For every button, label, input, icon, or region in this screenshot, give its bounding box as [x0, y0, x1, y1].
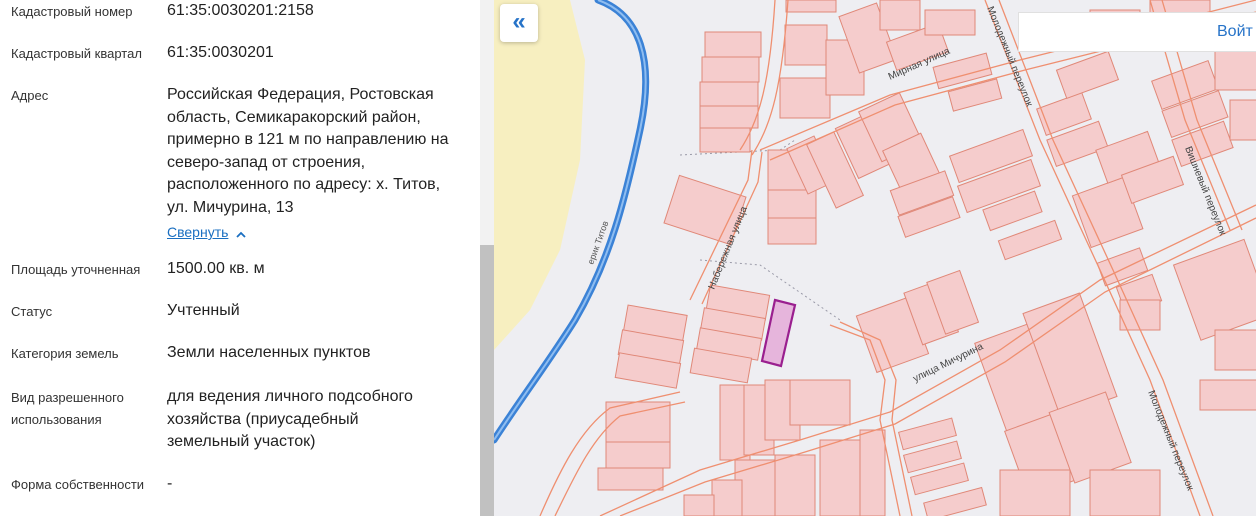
parcel	[1199, 379, 1256, 411]
cadastral-number-value: 61:35:0030201:2158	[167, 2, 314, 19]
parcel	[785, 0, 837, 13]
parcel	[999, 469, 1071, 516]
cadastral-quarter-value: 61:35:0030201	[167, 44, 274, 61]
parcel	[779, 77, 831, 119]
permitted-use-value-line: хозяйства (приусадебный	[167, 410, 359, 428]
status-value: Учтенный	[167, 302, 240, 319]
login-button-label[interactable]: Войт	[1217, 23, 1253, 41]
parcel	[1119, 299, 1161, 331]
ownership-label: Форма собственности	[11, 477, 145, 492]
parcel	[1172, 238, 1256, 341]
parcel	[1089, 469, 1161, 516]
parcel	[1214, 49, 1256, 91]
cadastral-map[interactable]: Мирная улица Набережная улица улица Мичу…	[494, 0, 1256, 516]
parcel	[699, 127, 751, 153]
chevron-up-icon[interactable]	[236, 222, 247, 244]
parcels	[597, 0, 1256, 516]
address-line: северо-запад от строения,	[167, 153, 366, 171]
permitted-use-value-line: для ведения личного подсобного	[167, 388, 413, 405]
cadastral-quarter-label: Кадастровый квартал	[11, 46, 142, 61]
double-chevron-left-icon[interactable]: «	[500, 10, 538, 34]
ownership-value: -	[167, 475, 173, 492]
parcel	[1055, 50, 1120, 99]
land-category-value: Земли населенных пунктов	[167, 344, 371, 361]
parcel	[923, 486, 987, 516]
address-line: примерно в 121 м по направлению на	[167, 131, 449, 148]
parcel	[704, 31, 762, 58]
parcel	[774, 454, 816, 516]
permitted-use-label: Вид разрешенного использования	[11, 387, 124, 431]
address-value: Российская Федерация, Ростовская область…	[167, 84, 472, 219]
scrollbar-thumb[interactable]	[480, 245, 494, 516]
land-category-label: Категория земель	[11, 346, 119, 361]
parcel	[699, 105, 759, 129]
collapse-address-label[interactable]: Свернуть	[167, 224, 228, 240]
permitted-use-label-line: использования	[11, 412, 102, 427]
parcel	[1229, 99, 1256, 141]
permitted-use-label-line: Вид разрешенного	[11, 390, 124, 405]
parcel	[819, 439, 861, 516]
parcel	[605, 401, 671, 443]
login-button[interactable]: Войт	[1018, 12, 1256, 52]
address-line: расположенного по адресу: х. Титов,	[167, 176, 441, 193]
parcel	[924, 9, 976, 36]
area-value: 1500.00 кв. м	[167, 260, 265, 277]
parcel	[701, 56, 760, 83]
parcel	[879, 0, 921, 31]
parcel	[1214, 329, 1256, 371]
area-label: Площадь уточненная	[11, 262, 141, 277]
address-line: Российская Федерация, Ростовская	[167, 86, 434, 103]
permitted-use-value: для ведения личного подсобного хозяйства…	[167, 386, 472, 454]
address-label: Адрес	[11, 88, 49, 103]
parcel	[605, 441, 671, 469]
info-panel: Кадастровый номер 61:35:0030201:2158 Кад…	[0, 0, 480, 516]
status-label: Статус	[11, 304, 53, 319]
collapse-panel-button[interactable]: «	[500, 4, 538, 42]
parcel	[997, 219, 1063, 261]
parcel	[711, 479, 743, 516]
collapse-address-link[interactable]: Свернуть	[167, 221, 247, 244]
parcel	[699, 81, 759, 107]
address-line: область, Семикаракорский район,	[167, 108, 421, 126]
map-canvas[interactable]: Мирная улица Набережная улица улица Мичу…	[494, 0, 1256, 516]
address-line: ул. Мичурина, 13	[167, 198, 294, 216]
parcel	[784, 24, 828, 66]
parcel	[683, 494, 715, 516]
street-label-vishnevy: Вишневый переулок	[1182, 145, 1228, 238]
field-area	[494, 0, 585, 350]
parcel	[789, 379, 851, 426]
permitted-use-value-line: земельный участок)	[167, 433, 316, 450]
parcel	[767, 217, 817, 245]
parcel	[859, 429, 886, 516]
parcel	[597, 467, 664, 491]
parcel	[767, 189, 817, 219]
cadastral-number-label: Кадастровый номер	[11, 4, 133, 19]
